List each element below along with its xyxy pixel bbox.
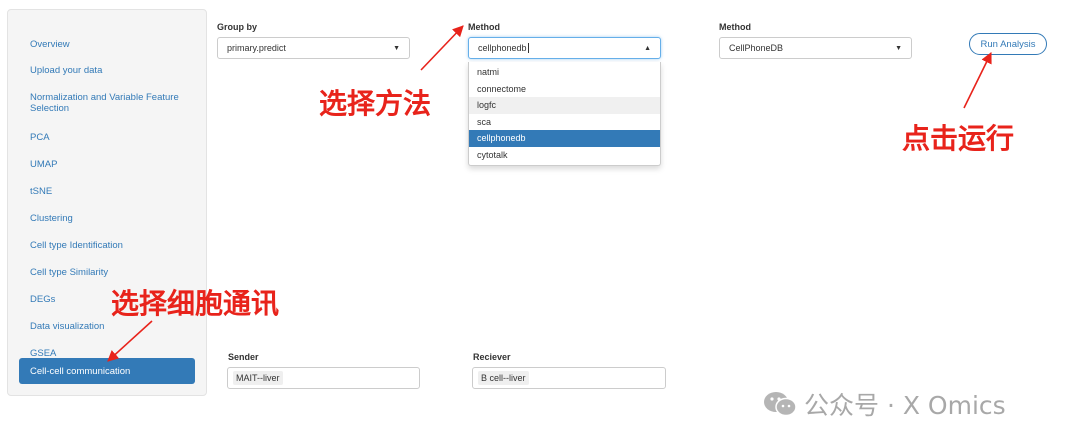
dropdown-option[interactable]: natmi: [469, 64, 660, 81]
method-search-input[interactable]: cellphonedb: [478, 43, 529, 54]
receiver-tag: B cell--liver: [478, 371, 529, 385]
sidebar-item-upload[interactable]: Upload your data: [19, 62, 195, 79]
sender-label: Sender: [228, 352, 259, 362]
annotation-select-communication: 选择细胞通讯: [111, 287, 280, 320]
dropdown-option[interactable]: cytotalk: [469, 147, 660, 164]
sidebar-item-tsne[interactable]: tSNE: [19, 183, 195, 200]
dropdown-option[interactable]: connectome: [469, 81, 660, 98]
method2-value: CellPhoneDB: [729, 43, 784, 53]
caret-up-icon: ▲: [644, 44, 651, 52]
group-by-value: primary.predict: [227, 43, 286, 53]
group-by-label: Group by: [217, 22, 257, 32]
sidebar: Overview Upload your data Normalization …: [7, 9, 207, 396]
arrow-to-run-button: [963, 51, 992, 109]
sender-input[interactable]: MAIT--liver: [227, 367, 420, 389]
sidebar-item-cell-type-identification[interactable]: Cell type Identification: [19, 237, 195, 254]
method2-select[interactable]: CellPhoneDB ▼: [719, 37, 912, 59]
sidebar-item-cell-type-similarity[interactable]: Cell type Similarity: [19, 264, 195, 281]
dropdown-option-selected[interactable]: cellphonedb: [469, 130, 660, 147]
caret-down-icon: ▼: [895, 44, 902, 52]
sidebar-item-umap[interactable]: UMAP: [19, 156, 195, 173]
sidebar-item-clustering[interactable]: Clustering: [19, 210, 195, 227]
dropdown-option[interactable]: logfc: [469, 97, 660, 114]
method-dropdown: natmi connectome logfc sca cellphonedb c…: [468, 62, 661, 166]
annotation-select-method: 选择方法: [319, 87, 432, 120]
run-analysis-button[interactable]: Run Analysis: [969, 33, 1047, 55]
watermark: 公众号 · X Omics: [762, 386, 1006, 422]
arrow-to-method: [420, 25, 464, 71]
watermark-text: 公众号 · X Omics: [804, 391, 1006, 420]
sidebar-item-normalization[interactable]: Normalization and Variable Feature Selec…: [19, 89, 195, 117]
wechat-icon: [764, 392, 797, 417]
sidebar-item-pca[interactable]: PCA: [19, 129, 195, 146]
sidebar-item-overview[interactable]: Overview: [19, 36, 195, 53]
dropdown-option[interactable]: sca: [469, 114, 660, 131]
method-select[interactable]: cellphonedb ▲: [468, 37, 661, 59]
caret-down-icon: ▼: [393, 44, 400, 52]
method2-label: Method: [719, 22, 751, 32]
receiver-label: Reciever: [473, 352, 511, 362]
method-label: Method: [468, 22, 500, 32]
annotation-click-run: 点击运行: [902, 122, 1015, 155]
group-by-select[interactable]: primary.predict ▼: [217, 37, 410, 59]
sender-tag: MAIT--liver: [233, 371, 283, 385]
receiver-input[interactable]: B cell--liver: [472, 367, 666, 389]
sidebar-item-cell-cell-communication[interactable]: Cell-cell communication: [19, 358, 195, 384]
